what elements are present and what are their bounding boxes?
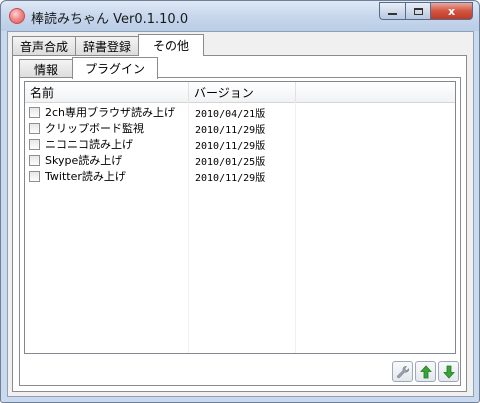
list-item[interactable]: Skype読み上げ 2010/01/25版: [25, 152, 455, 168]
plugin-checkbox[interactable]: [29, 106, 40, 118]
plugin-list-header: 名前 バージョン: [25, 82, 455, 103]
plugin-version: 2010/11/29版: [195, 140, 266, 152]
minimize-icon: [388, 13, 397, 15]
plugin-version: 2010/11/29版: [195, 124, 266, 136]
plugin-rows: 2ch専用ブラウザ読み上げ 2010/04/21版 クリップボード監視 2010…: [25, 104, 455, 184]
client-area: 音声合成 辞書登録 その他 情報 プラグイン 名前 バージョン 2ch専用ブラウ…: [7, 31, 474, 397]
plugin-version: 2010/01/25版: [195, 156, 266, 168]
maximize-icon: [413, 7, 423, 15]
list-item[interactable]: 2ch専用ブラウザ読み上げ 2010/04/21版: [25, 104, 455, 120]
plugin-name: ニコニコ読み上げ: [45, 138, 133, 151]
app-window: 棒読みちゃん Ver0.1.10.0 x 音声合成 辞書登録 その他 情報 プラ…: [0, 0, 480, 403]
sub-tab-strip: 情報 プラグイン: [19, 57, 159, 79]
column-header-blank[interactable]: [296, 82, 455, 102]
wrench-icon: [396, 365, 409, 378]
plugin-list[interactable]: 名前 バージョン 2ch専用ブラウザ読み上げ 2010/04/21版 クリップボ…: [24, 81, 456, 354]
maximize-button[interactable]: [405, 2, 431, 20]
arrow-up-icon: [419, 364, 432, 378]
plugin-name: 2ch専用ブラウザ読み上げ: [45, 106, 176, 119]
tab-dictionary[interactable]: 辞書登録: [75, 36, 140, 55]
tab-plugins[interactable]: プラグイン: [72, 57, 159, 79]
arrow-down-icon: [442, 365, 455, 379]
move-down-button[interactable]: [438, 361, 459, 382]
plugin-name: クリップボード監視: [45, 122, 144, 135]
other-tab-page: 情報 プラグイン 名前 バージョン 2ch専用ブラウザ読み上げ 2010/04/…: [12, 55, 467, 392]
plugin-checkbox[interactable]: [29, 122, 40, 134]
tab-voice-synthesis[interactable]: 音声合成: [12, 36, 77, 55]
list-item[interactable]: ニコニコ読み上げ 2010/11/29版: [25, 136, 455, 152]
move-up-button[interactable]: [415, 361, 436, 382]
tab-other[interactable]: その他: [138, 34, 205, 56]
tab-info[interactable]: 情報: [19, 59, 74, 78]
plugin-name: Skype読み上げ: [45, 154, 123, 167]
close-icon: x: [447, 4, 456, 18]
list-item[interactable]: Twitter読み上げ 2010/11/29版: [25, 168, 455, 184]
app-icon[interactable]: [9, 8, 25, 24]
column-header-name[interactable]: 名前: [25, 82, 189, 102]
close-button[interactable]: x: [430, 2, 473, 20]
window-title: 棒読みちゃん Ver0.1.10.0: [31, 12, 189, 27]
plugin-version: 2010/04/21版: [195, 108, 266, 120]
plugin-checkbox[interactable]: [29, 154, 40, 166]
minimize-button[interactable]: [379, 2, 406, 20]
plugin-version: 2010/11/29版: [195, 172, 266, 184]
main-tab-strip: 音声合成 辞書登録 その他: [12, 34, 205, 56]
column-header-version[interactable]: バージョン: [189, 82, 296, 102]
list-item[interactable]: クリップボード監視 2010/11/29版: [25, 120, 455, 136]
plugin-checkbox[interactable]: [29, 170, 40, 182]
title-bar[interactable]: 棒読みちゃん Ver0.1.10.0 x: [1, 1, 479, 31]
plugin-checkbox[interactable]: [29, 138, 40, 150]
plugin-settings-button[interactable]: [392, 361, 413, 382]
plugins-tab-page: 名前 バージョン 2ch専用ブラウザ読み上げ 2010/04/21版 クリップボ…: [19, 77, 461, 386]
plugin-name: Twitter読み上げ: [45, 170, 126, 183]
